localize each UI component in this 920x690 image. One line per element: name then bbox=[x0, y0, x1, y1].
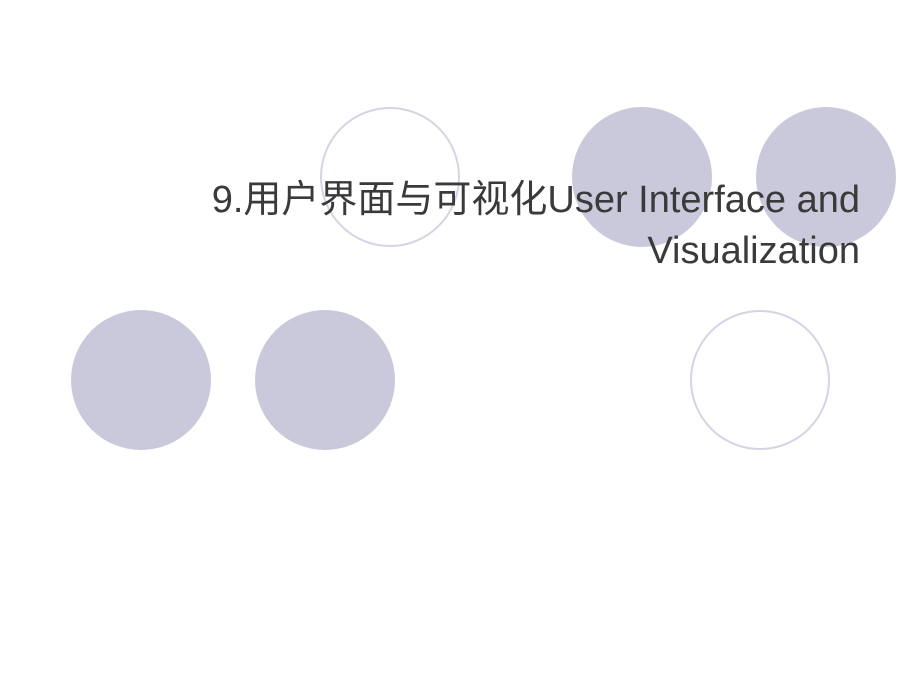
decorative-circle bbox=[690, 310, 830, 450]
slide-title: 9.用户界面与可视化User Interface and Visualizati… bbox=[100, 175, 860, 278]
decorative-circle bbox=[255, 310, 395, 450]
slide: 9.用户界面与可视化User Interface and Visualizati… bbox=[0, 0, 920, 690]
decorative-circle bbox=[71, 310, 211, 450]
